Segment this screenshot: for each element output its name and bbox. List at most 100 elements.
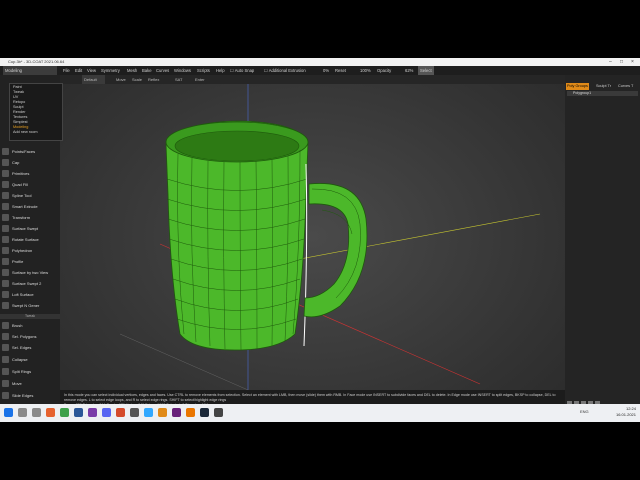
surface-swept-icon <box>2 225 9 232</box>
discord-icon[interactable] <box>102 408 111 417</box>
notepad-icon[interactable] <box>116 408 125 417</box>
tool-rotate-surface[interactable]: Rotate Surface <box>0 234 60 245</box>
start-icon[interactable] <box>4 408 13 417</box>
rotate-surface-icon <box>2 236 9 243</box>
reset-button[interactable]: Reset <box>335 66 346 75</box>
tool-slide-edges[interactable]: Slide Edges <box>0 390 60 401</box>
chrome-icon[interactable] <box>60 408 69 417</box>
tool-cap[interactable]: Cap <box>0 157 60 168</box>
spline-icon <box>2 192 9 199</box>
tool-points-faces[interactable]: Points/Faces <box>0 146 60 157</box>
menu-mesh[interactable]: Mesh <box>127 66 137 75</box>
menu-symmetry[interactable]: Symmetry <box>101 66 120 75</box>
system-clock[interactable]: 12:24 16.01.2021 <box>616 406 636 418</box>
tool-brush[interactable]: Brush <box>0 320 60 331</box>
mode-option-modeling[interactable]: Modeling <box>13 125 28 129</box>
tab-sculpt-tree[interactable]: Sculpt Tr <box>595 83 612 90</box>
move-gizmo-toggle[interactable]: Move <box>116 75 126 84</box>
minimize-button[interactable]: – <box>609 58 612 66</box>
visual-studio-icon[interactable] <box>172 408 181 417</box>
tool-surface-swept-2[interactable]: Surface Swept 2 <box>0 278 60 289</box>
tool-sel-edges[interactable]: Sel. Edges <box>0 342 60 353</box>
scale-value[interactable]: 100% <box>360 66 371 75</box>
menu-edit[interactable]: Edit <box>75 66 82 75</box>
mode-option-uv[interactable]: UV <box>13 95 18 99</box>
windows-taskbar: ENG 12:24 16.01.2021 <box>0 404 640 422</box>
tool-primitives[interactable]: Primitives <box>0 168 60 179</box>
tool-smart-extrude[interactable]: Smart Extrude <box>0 201 60 212</box>
menu-help[interactable]: Help <box>216 66 225 75</box>
mode-option-retopo[interactable]: Retopo <box>13 100 25 104</box>
search-icon[interactable] <box>18 408 27 417</box>
tool-polyhedron[interactable]: Polyhedron <box>0 245 60 256</box>
opacity-value[interactable]: 62% <box>405 66 413 75</box>
tool-surface-swept[interactable]: Surface Swept <box>0 223 60 234</box>
tool-split-rings[interactable]: Split Rings <box>0 366 60 377</box>
tool-quad-fill[interactable]: Quad Fill <box>0 179 60 190</box>
firefox-icon[interactable] <box>46 408 55 417</box>
auto-snap-toggle[interactable]: ☐ Auto Snap <box>230 66 254 75</box>
tweak-section-header[interactable]: Tweak <box>0 314 60 319</box>
tool-swept-n-gener[interactable]: Swept N Gener <box>0 300 60 311</box>
cup-rim-inner[interactable] <box>174 130 300 162</box>
blender-icon[interactable] <box>186 408 195 417</box>
tool-move[interactable]: Move <box>0 378 60 389</box>
tool-sel-polygons[interactable]: Sel. Polygons <box>0 331 60 342</box>
language-indicator[interactable]: ENG <box>580 409 589 414</box>
preset-dropdown[interactable]: Default <box>82 75 105 84</box>
mode-option-paint[interactable]: Paint <box>13 85 22 89</box>
smart-extrude-icon <box>2 203 9 210</box>
onenote-icon[interactable] <box>88 408 97 417</box>
tool-profile[interactable]: Profile <box>0 256 60 267</box>
close-button[interactable]: × <box>631 58 634 66</box>
3dcoat-icon[interactable] <box>158 408 167 417</box>
mode-selector[interactable]: Modeling <box>3 66 57 75</box>
figma-icon[interactable] <box>130 408 139 417</box>
tab-curves-tree[interactable]: Curves T <box>617 83 634 90</box>
maximize-button[interactable]: □ <box>620 58 623 66</box>
viewport-canvas[interactable] <box>60 84 565 391</box>
mode-option-textures[interactable]: Textures <box>13 115 27 119</box>
tool-loft-surface[interactable]: Loft Surface <box>0 289 60 300</box>
points-faces-icon <box>2 148 9 155</box>
menu-bar: Modeling File Edit View Symmetry Mesh Ba… <box>0 66 640 75</box>
select-button[interactable]: Select <box>418 66 434 75</box>
menu-view[interactable]: View <box>87 66 96 75</box>
tool-spline[interactable]: Spline Tool <box>0 190 60 201</box>
task-view-icon[interactable] <box>32 408 41 417</box>
mode-option-sculpt[interactable]: Sculpt <box>13 105 24 109</box>
app-screen: Cup.3b* - 3D-COAT 2021.06.64 – □ × Model… <box>0 58 640 422</box>
mode-option-tweak[interactable]: Tweak <box>13 90 24 94</box>
mode-option-simplest[interactable]: Simplest <box>13 120 28 124</box>
photoshop-icon[interactable] <box>144 408 153 417</box>
steam-icon[interactable] <box>200 408 209 417</box>
enter-button[interactable]: Enter <box>195 75 205 84</box>
word-icon[interactable] <box>74 408 83 417</box>
sat-toggle[interactable]: SAT <box>175 75 182 84</box>
sel-edges-icon <box>2 344 9 351</box>
reflex-toggle[interactable]: Reflex <box>148 75 159 84</box>
extrusion-value[interactable]: 0% <box>323 66 329 75</box>
tool-collapse[interactable]: Collapse <box>0 354 60 365</box>
zbrush-icon[interactable] <box>214 408 223 417</box>
primitives-icon <box>2 170 9 177</box>
tool-surface-two-view[interactable]: Surface by two View <box>0 267 60 278</box>
polygroup-item[interactable]: Polygroup1 <box>567 91 638 96</box>
menu-scripts[interactable]: Scripts <box>197 66 210 75</box>
right-panel: Poly Groups Sculpt Tr Curves T Polygroup… <box>565 75 640 422</box>
menu-file[interactable]: File <box>63 66 70 75</box>
tab-poly-groups[interactable]: Poly Groups <box>566 83 589 90</box>
additional-extrusion-toggle[interactable]: ☐ Additional Extrusion <box>264 66 306 75</box>
menu-windows[interactable]: Windows <box>174 66 191 75</box>
mode-option-add-new-room[interactable]: Add new room <box>13 130 37 134</box>
tool-transform[interactable]: Transform <box>0 212 60 223</box>
cup-handle[interactable] <box>303 183 368 318</box>
cup-mesh[interactable] <box>165 120 368 351</box>
menu-bake[interactable]: Bake <box>142 66 152 75</box>
menu-curves[interactable]: Curves <box>156 66 169 75</box>
mode-option-render[interactable]: Render <box>13 110 25 114</box>
scale-gizmo-toggle[interactable]: Scale <box>132 75 142 84</box>
sel-polygons-icon <box>2 333 9 340</box>
3d-viewport[interactable] <box>60 84 565 422</box>
bottom-right-icons <box>567 393 637 406</box>
